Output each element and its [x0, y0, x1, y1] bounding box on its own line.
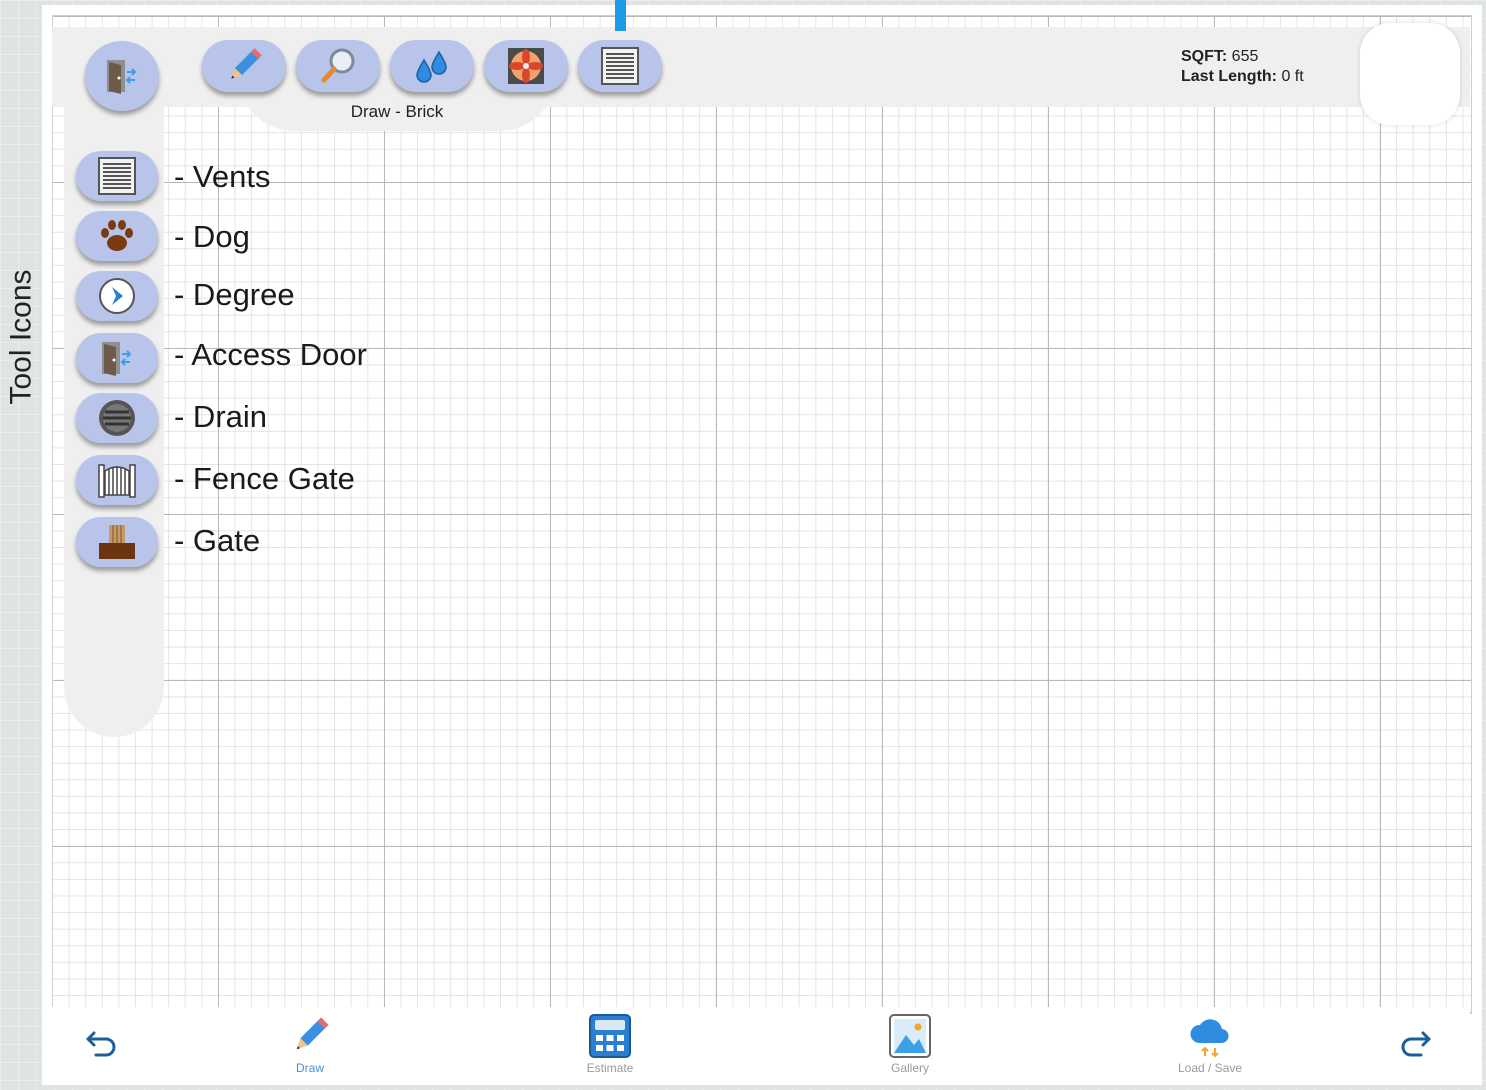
vent-icon	[601, 47, 639, 85]
gate-icon	[99, 525, 135, 559]
degree-arrow-icon	[99, 278, 135, 314]
magnifier-icon	[321, 48, 355, 83]
vent-icon	[98, 157, 136, 195]
access-door-icon	[102, 342, 132, 376]
nav-gallery-label: Gallery	[890, 1061, 929, 1075]
pencil-icon	[296, 1017, 329, 1050]
nav-draw-label: Draw	[295, 1061, 324, 1075]
nav-draw[interactable]: Draw	[250, 1013, 370, 1079]
vent-tool-button[interactable]	[578, 40, 662, 92]
nav-load-save-label: Load / Save	[1177, 1061, 1243, 1075]
gate-tool-label: - Gate	[174, 523, 261, 558]
side-caption-text: Tool Icons	[5, 269, 39, 405]
pencil-tool-button[interactable]	[202, 40, 286, 92]
zoom-tool-button[interactable]	[296, 40, 380, 92]
measurement-stats: SQFT: 655 Last Length: 0 ft	[1181, 47, 1304, 87]
access-door-tool-list-button[interactable]	[76, 333, 158, 383]
dog-tool-button[interactable]	[76, 211, 158, 261]
vents-tool-button[interactable]	[76, 151, 158, 201]
vents-tool-label: - Vents	[174, 159, 271, 194]
drain-tool-button[interactable]	[76, 393, 158, 443]
water-tool-button[interactable]	[390, 40, 474, 92]
last-length-readout: Last Length: 0 ft	[1181, 68, 1304, 85]
nav-estimate-label: Estimate	[586, 1061, 634, 1075]
side-caption: Tool Icons	[4, 262, 40, 412]
nav-gallery[interactable]: Gallery	[850, 1013, 970, 1079]
water-drops-icon	[416, 50, 447, 83]
undo-button[interactable]	[82, 1023, 122, 1063]
drain-tool-label: - Drain	[174, 399, 268, 434]
annotation-marker-top	[615, 0, 626, 31]
access-door-tool-button[interactable]	[85, 41, 159, 111]
redo-button[interactable]	[1395, 1023, 1435, 1063]
gate-tool-button[interactable]	[76, 517, 158, 567]
menu-button[interactable]	[1360, 23, 1460, 125]
nav-load-save[interactable]: Load / Save	[1150, 1013, 1270, 1079]
dog-tool-label: - Dog	[174, 219, 250, 254]
current-mode-label: Draw - Brick	[350, 102, 444, 121]
gallery-icon	[889, 1014, 931, 1058]
sqft-readout: SQFT: 655	[1181, 48, 1259, 65]
cloud-sync-icon	[1190, 1019, 1229, 1058]
drain-icon	[99, 400, 135, 436]
calculator-icon	[589, 1014, 631, 1058]
bottom-navigation: Draw Estimate Gallery Load / Save	[52, 1007, 1470, 1081]
redo-icon	[1401, 1031, 1431, 1057]
access-door-icon	[107, 60, 137, 94]
fence-gate-tool-label: - Fence Gate	[174, 461, 355, 496]
fence-gate-icon	[98, 464, 136, 498]
degree-tool-label: - Degree	[174, 277, 295, 312]
nav-estimate[interactable]: Estimate	[550, 1013, 670, 1079]
undo-icon	[86, 1031, 116, 1057]
degree-tool-button[interactable]	[76, 271, 158, 321]
fence-gate-tool-button[interactable]	[76, 455, 158, 505]
fan-icon	[508, 48, 544, 84]
pencil-icon	[231, 48, 262, 79]
paw-icon	[101, 220, 133, 251]
fan-tool-button[interactable]	[484, 40, 568, 92]
access-door-tool-label: - Access Door	[174, 337, 367, 372]
app-window: Draw - Brick SQFT: 655 Last Length: 0 ft…	[42, 5, 1482, 1085]
